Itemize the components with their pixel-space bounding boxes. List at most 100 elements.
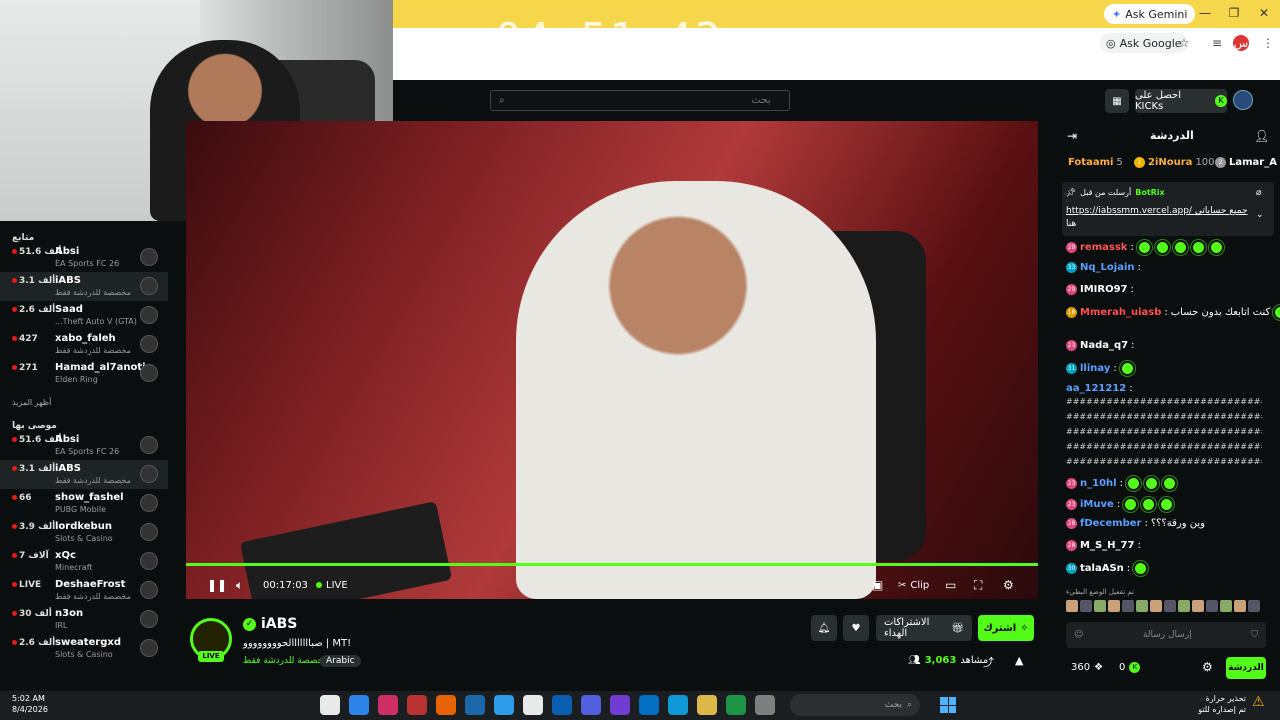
chrome-icon[interactable] [320, 695, 340, 715]
file-explorer-icon[interactable] [697, 695, 717, 715]
chat-username[interactable]: Nq_Lojain [1080, 262, 1135, 273]
chat-emote-icon[interactable] [1220, 600, 1232, 612]
chat-message[interactable]: 18 Mmerah_uiasb: كنت اتابعك بدون حساب [1066, 305, 1280, 320]
edge-dev-icon[interactable] [552, 695, 572, 715]
chat-username[interactable]: talaASn [1080, 563, 1124, 574]
discord-icon[interactable] [581, 695, 601, 715]
chat-message[interactable]: 23 iMuve: [1066, 497, 1175, 512]
instagram-icon[interactable] [378, 695, 398, 715]
sidebar-channel-show_fashel[interactable]: 66 show_fashel PUBG Mobile [0, 489, 168, 518]
edge-icon[interactable] [668, 695, 688, 715]
chat-users-icon[interactable]: 👤︎ [1254, 129, 1269, 143]
files-icon[interactable] [494, 695, 514, 715]
get-kicks-button[interactable]: احصل على KICKs K [1135, 89, 1227, 113]
chat-username[interactable]: fDecember [1080, 518, 1141, 529]
settings-icon[interactable]: ⚙︎ [1003, 577, 1014, 593]
sidebar-channel-xqc[interactable]: 7 آلاف xQc Minecraft [0, 547, 168, 576]
clip-button[interactable]: ✂︎ Clip [898, 577, 929, 593]
chat-message[interactable]: 31 llinay: [1066, 361, 1135, 376]
chat-settings-icon[interactable]: ⚙︎ [1202, 660, 1213, 674]
stream-category[interactable]: مخصصة للدردشة فقط [243, 656, 328, 666]
sidebar-channel-hamad_al7anoti[interactable]: 271 Hamad_al7anoti Elden Ring [0, 359, 168, 388]
chat-username[interactable]: Mmerah_uiasb [1080, 307, 1161, 318]
store-icon[interactable] [639, 695, 659, 715]
chat-message[interactable]: 30 talaASn: [1066, 561, 1149, 576]
sidebar-channel-deshaefrost[interactable]: LIVE DeshaeFrost مخصصة للدردشة فقط [0, 576, 168, 605]
chat-emote-icon[interactable]: ☺ [1074, 630, 1083, 640]
chat-message[interactable]: 28 M_S_H_77: [1066, 540, 1141, 551]
windows-start-icon[interactable] [940, 697, 956, 713]
close-icon[interactable]: ✕ [1257, 6, 1271, 20]
chat-username[interactable]: Nada_q7 [1080, 340, 1128, 351]
sidebar-channel-saad[interactable]: 2.6 ألف Saad ...Theft Auto V (GTA) [0, 301, 168, 330]
chat-emote-icon[interactable] [1066, 600, 1078, 612]
chat-username[interactable]: remassk [1080, 242, 1127, 253]
pause-icon[interactable]: ❚❚ [207, 577, 227, 593]
search-input[interactable] [510, 95, 771, 106]
subscribe-button[interactable]: اشترك ✧ [978, 615, 1034, 641]
chat-shield-icon[interactable]: ⛉ [1251, 630, 1258, 640]
chat-send-button[interactable]: الدردشة [1226, 657, 1266, 679]
report-icon[interactable]: ▲ [1015, 654, 1023, 667]
app-icon[interactable] [407, 695, 427, 715]
chat-emote-icon[interactable] [1094, 600, 1106, 612]
user-avatar[interactable] [1233, 90, 1253, 110]
chat-username[interactable]: IMIRO97 [1080, 284, 1128, 295]
streamer-name[interactable]: iABS [261, 616, 297, 632]
taskbar-search[interactable]: بحث ⌕ [790, 694, 920, 716]
sidebar-channel-absi[interactable]: 51.6 ألف Absi EA Sports FC 26 [0, 243, 168, 272]
menu-kebab-icon[interactable]: ⋮ [1260, 35, 1276, 51]
photos-icon[interactable] [349, 695, 369, 715]
chat-emote-icon[interactable] [1108, 600, 1120, 612]
sidebar-channel-xabo_faleh[interactable]: 427 xabo_faleh مخصصة للدردشة فقط [0, 330, 168, 359]
chat-message[interactable]: 33 Nq_Lojain: [1066, 262, 1141, 273]
share-icon[interactable]: ⤴︎ [983, 654, 994, 670]
expand-pin-icon[interactable]: ⌄ [1256, 210, 1264, 220]
gift-subs-button[interactable]: الاشتراكات الهداء 🎁︎ [876, 615, 972, 641]
search-bar[interactable]: ⌕ [490, 90, 790, 111]
sidebar-channel-iabs[interactable]: 3.1 ألف iABS مخصصة للدردشة فقط [0, 460, 168, 489]
chat-username[interactable]: M_S_H_77 [1080, 540, 1134, 551]
obs-icon[interactable] [755, 695, 775, 715]
follow-heart-button[interactable]: ♥ [843, 615, 869, 641]
show-more-link[interactable]: أظهر المزيد [0, 388, 168, 413]
obsidian-icon[interactable] [610, 695, 630, 715]
fullscreen-icon[interactable]: ⛶ [974, 577, 982, 593]
maximize-icon[interactable]: ❐ [1227, 6, 1241, 20]
kicks-counter[interactable]: 0 K [1119, 662, 1141, 673]
chat-emote-icon[interactable] [1206, 600, 1218, 612]
chat-emote-icon[interactable] [1164, 600, 1176, 612]
volume-icon[interactable]: 🔈︎ [236, 577, 243, 593]
chat-emote-icon[interactable] [1150, 600, 1162, 612]
xbox-icon[interactable] [726, 695, 746, 715]
chat-username[interactable]: aa_121212 [1066, 383, 1126, 394]
chat-emote-icon[interactable] [1234, 600, 1246, 612]
video-progress-bar[interactable] [186, 563, 1038, 566]
chat-message[interactable]: 23 Nada_q7: [1066, 340, 1135, 351]
chat-emote-icon[interactable] [1122, 600, 1134, 612]
sidebar-channel-iabs[interactable]: 3.1 ألف iABS مخصصة للدردشة فقط [0, 272, 168, 301]
video-player[interactable] [186, 121, 1038, 599]
notification-bell-button[interactable]: 🔔︎ [811, 615, 837, 641]
chat-username[interactable]: llinay [1080, 363, 1110, 374]
profile-avatar[interactable]: س [1233, 35, 1249, 51]
chat-emote-icon[interactable] [1248, 600, 1260, 612]
theater-mode-icon[interactable]: ▭ [945, 577, 956, 593]
chat-message[interactable]: aa_121212: [1066, 383, 1133, 394]
ask-google-button[interactable]: ◎ Ask Google [1100, 33, 1188, 53]
sidebar-channel-n3on[interactable]: 30 ألف n3on IRL [0, 605, 168, 634]
sidebar-channel-lordkebun[interactable]: 3.9 ألف lordkebun Slots & Casino [0, 518, 168, 547]
chat-username[interactable]: n_10hl [1080, 478, 1117, 489]
dashboard-icon[interactable]: ▦ [1105, 89, 1129, 113]
chat-message[interactable]: 28 fDecember: وين ورقة؟؟؟ [1066, 518, 1205, 529]
chat-message[interactable]: 23 n_10hl: [1066, 476, 1177, 491]
ask-gemini-button[interactable]: ✦ Ask Gemini [1104, 4, 1196, 24]
sidebar-channel-absi[interactable]: 51.6 ألف Absi EA Sports FC 26 [0, 431, 168, 460]
capcut-icon[interactable] [523, 695, 543, 715]
weather-widget[interactable]: تحذير حرارة تم إصداره للتو [1180, 693, 1246, 715]
minimize-icon[interactable]: — [1198, 6, 1212, 20]
points-counter[interactable]: 360 ❖ [1071, 662, 1103, 673]
taskbar-clock[interactable]: 5:02 AM 8/4/2026 [12, 693, 48, 715]
brave-icon[interactable] [436, 695, 456, 715]
chat-input[interactable]: ☺ إرسال رسالة ⛉ [1066, 622, 1266, 648]
